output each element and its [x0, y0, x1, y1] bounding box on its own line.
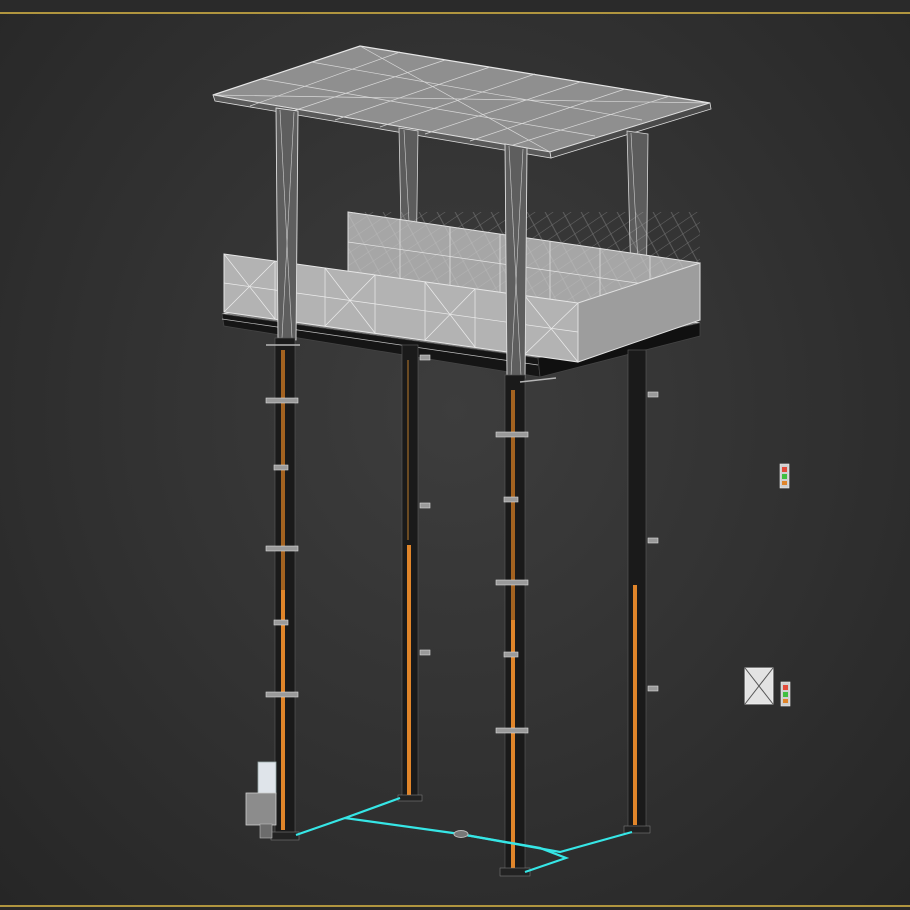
small-device-upper[interactable]: [779, 463, 790, 489]
support-column-front-right[interactable]: [504, 143, 528, 379]
3d-viewport[interactable]: [0, 0, 910, 910]
post-front-right[interactable]: [499, 374, 531, 877]
post-clamps: [265, 354, 659, 734]
scene-canvas[interactable]: [0, 0, 910, 910]
small-device-lower[interactable]: [780, 681, 791, 707]
post-back-left[interactable]: [397, 344, 423, 802]
junction-box[interactable]: [744, 667, 774, 705]
support-column-front-left[interactable]: [275, 107, 299, 341]
ground-cable[interactable]: [295, 796, 633, 874]
control-box[interactable]: [245, 761, 277, 839]
post-back-right[interactable]: [623, 349, 651, 834]
